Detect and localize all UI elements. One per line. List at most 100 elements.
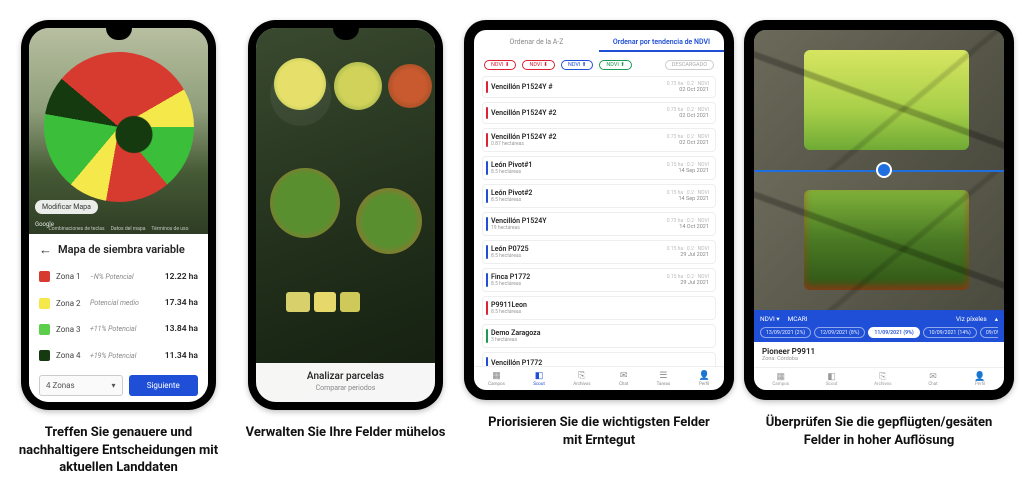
nav-item[interactable]: ◧Scout [826,372,838,387]
nav-label: Perfil [974,382,985,387]
nav-item[interactable]: 👤Perfil [974,372,985,387]
next-button[interactable]: Siguiente [129,375,199,396]
date-chip[interactable]: 13/09/2021 (2%) [760,327,811,338]
nav-label: Archivos [874,382,891,387]
zone-row[interactable]: Zona 3+11% Potencial13.84 ha [39,324,198,335]
field-row[interactable]: Finca P17728.5 hectáreas0.15 ha · 0.2 · … [482,268,716,292]
screen-4: NDVI ▾ MCARI Viz píxeles ▴ 13/09/2021 (2… [754,30,1004,390]
nav-icon: ◧ [826,372,838,382]
map-link[interactable]: Datos del mapa [111,226,146,232]
field-row[interactable]: Vencillón P1524Y #20.87 hectáreas0.73 ha… [482,128,716,152]
chevron-up-icon[interactable]: ▴ [995,315,998,323]
field-date: 14 Oct 2021 [667,224,709,230]
nav-item[interactable]: ▦Campos [488,372,505,387]
nav-item[interactable]: ✉Chat [619,372,628,387]
nav-label: Scout [826,382,838,387]
index-date-bar: NDVI ▾ MCARI Viz píxeles ▴ 13/09/2021 (2… [754,310,1004,342]
field-name: Vencillón P1524Y #2 [491,133,557,141]
field-row[interactable]: Vencillón P1524Y #0.73 ha · 0.2 · NDVI02… [482,76,716,98]
field-row[interactable]: P9911Leon8.5 hectáreas [482,296,716,320]
small-field-icon[interactable] [340,292,360,312]
field-name: Pioneer P9911 [762,347,996,356]
filter-chip-ndvi-down[interactable]: NDVI ⬇ [484,60,516,70]
analyze-sheet[interactable]: Analizar parcelas Comparar periodos [256,363,435,402]
field-name: Vencillón P1524Y # [491,83,553,91]
field-sub: 8.5 hectáreas [491,169,532,175]
zone-overlay-swirl [44,52,194,202]
filter-chip-ndvi-up[interactable]: NDVI ⬆ [561,60,593,70]
nav-item[interactable]: 👤Perfil [699,372,710,387]
nav-item[interactable]: ⎘Archivos [573,372,590,387]
nav-item[interactable]: ◧Scout [533,372,545,387]
back-arrow-icon[interactable]: ← [39,242,52,258]
field-row[interactable]: León Pivot#18.5 hectáreas0.15 ha · 0.2 ·… [482,156,716,180]
filter-chip-ndvi-up[interactable]: NDVI ⬆ [599,60,631,70]
field-row[interactable]: Vencillón P1524Y #20.73 ha · 0.2 · NDVI0… [482,102,716,124]
nav-icon: 👤 [699,372,710,381]
nav-label: Campos [488,382,505,387]
field-date: 14 Sep 2021 [667,168,709,174]
nav-icon: 👤 [974,372,985,382]
date-chip[interactable]: 11/09/2021 (9%) [868,327,919,338]
zone-count-selector[interactable]: 4 Zonas ▾ [39,375,123,396]
nav-item[interactable]: ☰Tareas [657,372,671,387]
field-row[interactable]: León P07258.5 hectáreas0.15 ha · 0.2 · N… [482,240,716,264]
circular-field-icon[interactable] [388,64,432,108]
field-row[interactable]: Demo Zaragoza3 hectáreas [482,324,716,348]
circular-field-icon[interactable] [356,188,422,254]
index-selector-ndvi[interactable]: NDVI ▾ [760,315,780,323]
map-link[interactable]: Términos de uso [151,226,188,232]
field-name: Vencillón P1524Y [491,217,547,225]
field-date: 02 Oct 2021 [667,87,709,93]
zone-area: 13.84 ha [165,324,198,334]
nav-item[interactable]: ▦Campos [772,372,789,387]
field-sub: 8.5 hectáreas [491,253,529,259]
nav-item[interactable]: ⎘Archivos [874,372,891,387]
zone-area: 12.22 ha [165,272,198,282]
circular-field-icon[interactable] [334,62,382,110]
nav-icon: ▦ [488,372,505,381]
modify-map-button[interactable]: Modificar Mapa [35,200,98,214]
field-row[interactable]: Vencillón P1772 [482,352,716,366]
date-chip[interactable]: 10/09/2021 (14%) [923,327,977,338]
date-chip[interactable]: 09/09/2021 (10%) [980,327,998,338]
circular-field-icon[interactable] [270,168,340,238]
date-chip[interactable]: 12/09/2021 (8%) [814,327,865,338]
circular-field-icon[interactable] [274,58,326,110]
tab-sort-az[interactable]: Ordenar de la A-Z [474,38,599,52]
field-name: Finca P1772 [491,273,530,281]
nav-item[interactable]: ✉Chat [928,372,937,387]
zone-panel: ← Mapa de siembra variable Zona 1−N% Pot… [29,234,208,402]
fields-list: Vencillón P1524Y #0.73 ha · 0.2 · NDVI02… [474,76,724,366]
nav-label: Chat [619,382,628,387]
field-zone: Zona: Córdoba [762,356,996,362]
zone-row[interactable]: Zona 2Potencial medio17.34 ha [39,298,198,309]
ndvi-zone-map[interactable]: Modificar Mapa Google Combinaciones de t… [29,28,208,234]
tab-sort-ndvi[interactable]: Ordenar por tendencia de NDVI [599,38,724,52]
field-name: León Pivot#2 [491,189,532,197]
viz-pixels-link[interactable]: Viz píxeles [956,315,987,323]
field-row[interactable]: Vencillón P1524Y19 hectáreas0.73 ha · 0.… [482,212,716,236]
nav-label: Chat [928,382,937,387]
nav-icon: ☰ [657,372,671,381]
small-field-icon[interactable] [314,292,336,312]
zone-desc: +11% Potencial [90,325,165,333]
zone-row[interactable]: Zona 4+19% Potencial11.34 ha [39,350,198,361]
field-name: Vencillón P1772 [491,359,542,366]
field-name: Vencillón P1524Y #2 [491,109,557,117]
filter-chip-downloaded[interactable]: DESCARGADO [665,60,714,70]
map-link[interactable]: Combinaciones de teclas [49,226,105,232]
field-sub: 0.87 hectáreas [491,141,557,147]
fields-satellite-map[interactable] [256,28,435,402]
index-selector-mcari[interactable]: MCARI [788,315,808,323]
small-field-icon[interactable] [286,292,310,312]
field-date: 02 Oct 2021 [667,113,709,119]
field-row[interactable]: León Pivot#28.5 hectáreas0.15 ha · 0.2 ·… [482,184,716,208]
field-date: 02 Oct 2021 [667,140,709,146]
imagery-compare[interactable] [754,30,1004,310]
compare-slider-handle[interactable] [876,162,892,178]
field-sub: 3 hectáreas [491,337,540,343]
filter-chip-ndvi-down[interactable]: NDVI ⬇ [522,60,554,70]
zone-row[interactable]: Zona 1−N% Potencial12.22 ha [39,271,198,282]
caption-4: Überprüfen Sie die gepflügten/gesäten Fe… [764,414,994,449]
